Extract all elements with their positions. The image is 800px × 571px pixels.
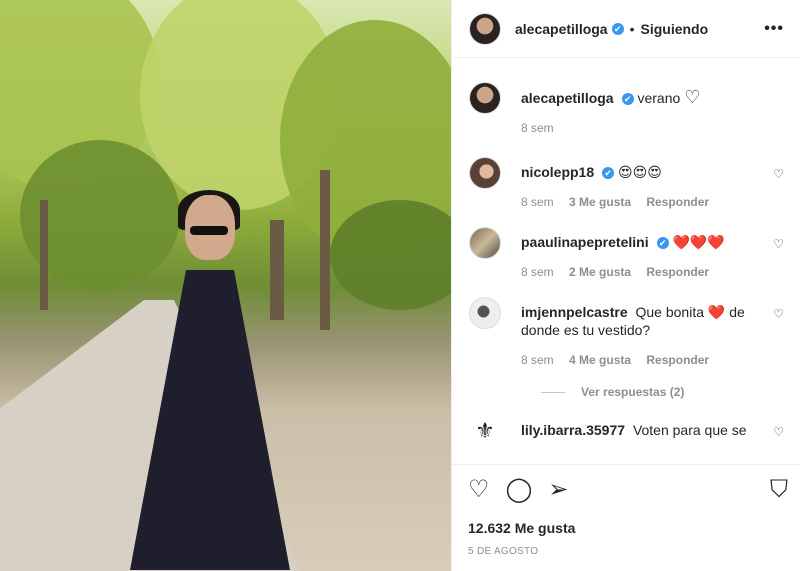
post-photo[interactable] xyxy=(0,0,451,571)
comment-username[interactable]: lily.ibarra.35977 xyxy=(521,422,625,438)
caption-text: verano xyxy=(637,90,681,106)
replies-divider xyxy=(541,391,565,393)
like-comment-icon[interactable]: ♡ xyxy=(773,425,784,439)
comment-username[interactable]: imjennpelcastre xyxy=(521,304,628,320)
following-button[interactable]: Siguiendo xyxy=(641,21,709,37)
comment-likes[interactable]: 2 Me gusta xyxy=(569,265,631,279)
comment-username[interactable]: nicolepp18 xyxy=(521,164,594,180)
reply-button[interactable]: Responder xyxy=(646,265,709,279)
comments-list[interactable]: alecapetilloga ✔ verano ♡ 8 sem nicolepp1… xyxy=(452,58,800,464)
comment: ⚜ lily.ibarra.35977 Voten para que se ♡ xyxy=(469,415,784,447)
comment-text: 😍😍😍 xyxy=(618,164,662,180)
tree-trunk xyxy=(40,200,48,310)
comment: nicolepp18 ✔ 😍😍😍 8 sem 3 Me gusta Respond… xyxy=(469,157,784,211)
caption-time: 8 sem xyxy=(521,121,554,135)
author-avatar[interactable] xyxy=(469,12,501,45)
commenter-avatar[interactable] xyxy=(469,227,501,259)
hedge xyxy=(330,200,451,310)
comment: paaulinapepretelini ✔ ❤️❤️❤️ 8 sem 2 Me g… xyxy=(469,227,784,281)
separator-dot: • xyxy=(629,20,635,37)
reply-button[interactable]: Responder xyxy=(646,353,709,367)
author-username[interactable]: alecapetilloga xyxy=(515,21,608,37)
caption-username[interactable]: alecapetilloga xyxy=(521,90,614,106)
like-comment-icon[interactable]: ♡ xyxy=(773,307,784,321)
action-bar: ♡ ◯ ➢ ⛉ xyxy=(452,464,800,514)
likes-count[interactable]: 12.632 Me gusta xyxy=(452,520,800,536)
verified-icon: ✔ xyxy=(602,167,615,179)
view-replies-button[interactable]: Ver respuestas (2) xyxy=(541,385,784,399)
comment-time: 8 sem xyxy=(521,195,554,209)
post-sidebar: alecapetilloga ✔ • Siguiendo ••• alecape… xyxy=(451,0,800,571)
comment: imjennpelcastre Que bonita ❤️ de donde e… xyxy=(469,297,784,369)
commenter-avatar[interactable] xyxy=(469,297,501,329)
commenter-avatar[interactable]: ⚜ xyxy=(469,415,501,447)
comment-text: ❤️❤️❤️ xyxy=(672,234,725,250)
commenter-avatar[interactable] xyxy=(469,157,501,189)
verified-icon: ✔ xyxy=(656,237,669,249)
more-options-icon[interactable]: ••• xyxy=(764,20,784,38)
caption-avatar[interactable] xyxy=(469,82,501,114)
comment-username[interactable]: paaulinapepretelini xyxy=(521,234,649,250)
comment-time: 8 sem xyxy=(521,353,554,367)
share-icon[interactable]: ➢ xyxy=(548,477,568,502)
save-icon[interactable]: ⛉ xyxy=(770,477,788,502)
instagram-post: alecapetilloga ✔ • Siguiendo ••• alecape… xyxy=(0,0,800,571)
tree-trunk xyxy=(270,220,284,320)
post-header: alecapetilloga ✔ • Siguiendo ••• xyxy=(452,0,800,58)
reply-button[interactable]: Responder xyxy=(646,195,709,209)
heart-outline-icon: ♡ xyxy=(684,87,701,107)
sunglasses xyxy=(190,226,228,235)
verified-icon: ✔ xyxy=(621,93,634,105)
comment-likes[interactable]: 4 Me gusta xyxy=(569,353,631,367)
tree-trunk xyxy=(320,170,330,330)
comment-time: 8 sem xyxy=(521,265,554,279)
comment-text: Que bonita xyxy=(635,304,705,320)
caption: alecapetilloga ✔ verano ♡ 8 sem xyxy=(469,82,784,137)
comment-likes[interactable]: 3 Me gusta xyxy=(569,195,631,209)
verified-icon: ✔ xyxy=(611,22,624,35)
like-comment-icon[interactable]: ♡ xyxy=(773,167,784,181)
like-comment-icon[interactable]: ♡ xyxy=(773,237,784,251)
red-heart-icon: ❤️ xyxy=(707,304,726,320)
post-date: 5 DE AGOSTO xyxy=(468,546,539,557)
comment-icon[interactable]: ◯ xyxy=(506,477,533,502)
comment-text: Voten para que se xyxy=(632,422,747,438)
view-replies-label: Ver respuestas (2) xyxy=(581,385,685,399)
like-icon[interactable]: ♡ xyxy=(468,477,490,502)
